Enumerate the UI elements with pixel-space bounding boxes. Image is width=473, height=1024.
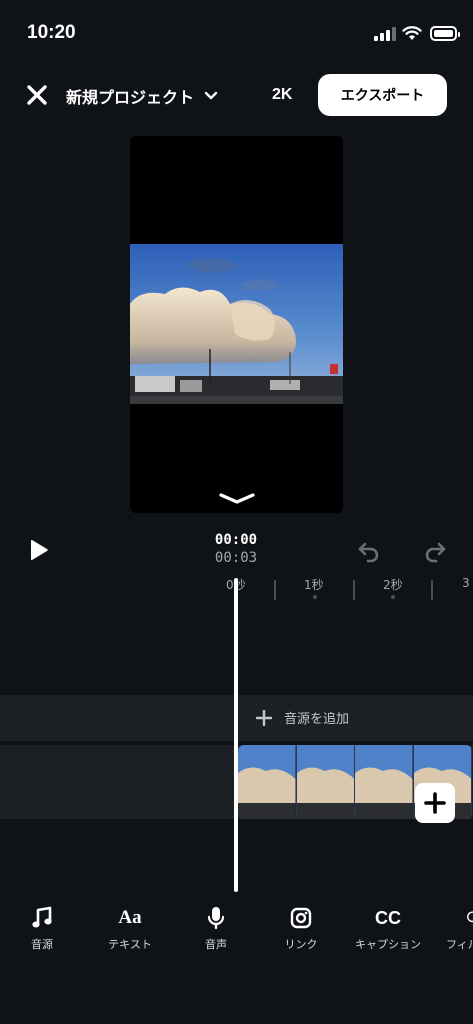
clip-thumbnail	[355, 745, 414, 819]
clip-thumbnail	[238, 745, 297, 819]
redo-icon[interactable]	[422, 538, 448, 564]
tool-audio-source[interactable]: 音源	[0, 904, 87, 952]
tool-label: テキスト	[108, 938, 152, 951]
microphone-icon	[207, 907, 225, 930]
ruler-label: 2秒	[383, 578, 403, 592]
ruler-tick	[353, 580, 355, 600]
add-audio-button[interactable]: 音源を追加	[256, 708, 349, 727]
status-time: 10:20	[27, 22, 76, 43]
resolution-button[interactable]: 2K	[272, 86, 292, 104]
text-icon: Aa	[118, 907, 142, 928]
instagram-icon	[290, 907, 312, 929]
captions-icon: CC	[375, 907, 401, 928]
ruler-label: 1秒	[304, 578, 324, 592]
music-note-icon	[32, 906, 52, 928]
add-audio-label: 音源を追加	[284, 712, 350, 727]
project-title: 新規プロジェクト	[66, 88, 195, 107]
play-icon[interactable]	[26, 538, 50, 562]
ruler-label: 3	[462, 576, 470, 590]
tool-voice[interactable]: 音声	[171, 904, 261, 952]
total-duration: 00:03	[214, 550, 258, 566]
tool-filter[interactable]: フィル	[432, 904, 473, 952]
chevron-down-icon[interactable]	[218, 492, 256, 506]
clip-thumbnail	[296, 745, 355, 819]
add-clip-button[interactable]	[415, 783, 455, 823]
close-icon[interactable]	[24, 82, 50, 108]
tool-label: 音声	[205, 938, 227, 951]
tool-label: リンク	[284, 938, 318, 951]
wifi-icon	[402, 26, 422, 40]
tool-captions[interactable]: CC キャプション	[343, 904, 433, 952]
preview-frame-image	[130, 244, 343, 404]
tool-text[interactable]: Aa テキスト	[85, 904, 175, 952]
project-title-dropdown[interactable]: 新規プロジェクト	[66, 84, 218, 108]
ruler-tick	[431, 580, 433, 600]
ruler-dot	[313, 595, 317, 599]
current-time: 00:00	[214, 532, 258, 548]
tool-label: 音源	[31, 938, 53, 951]
plus-icon	[256, 709, 272, 726]
tool-link[interactable]: リンク	[256, 904, 346, 952]
tool-label: フィル	[446, 938, 473, 951]
undo-icon[interactable]	[356, 538, 382, 564]
export-button[interactable]: エクスポート	[318, 74, 447, 116]
battery-icon	[430, 26, 460, 41]
tool-label: キャプション	[355, 938, 421, 951]
chevron-down-icon	[204, 91, 218, 100]
playhead[interactable]	[234, 578, 238, 892]
video-preview[interactable]	[130, 136, 343, 513]
filter-icon	[467, 911, 473, 923]
ruler-tick	[274, 580, 276, 600]
plus-icon	[424, 792, 446, 814]
ruler-dot	[391, 595, 395, 599]
cellular-signal-icon	[374, 27, 396, 41]
